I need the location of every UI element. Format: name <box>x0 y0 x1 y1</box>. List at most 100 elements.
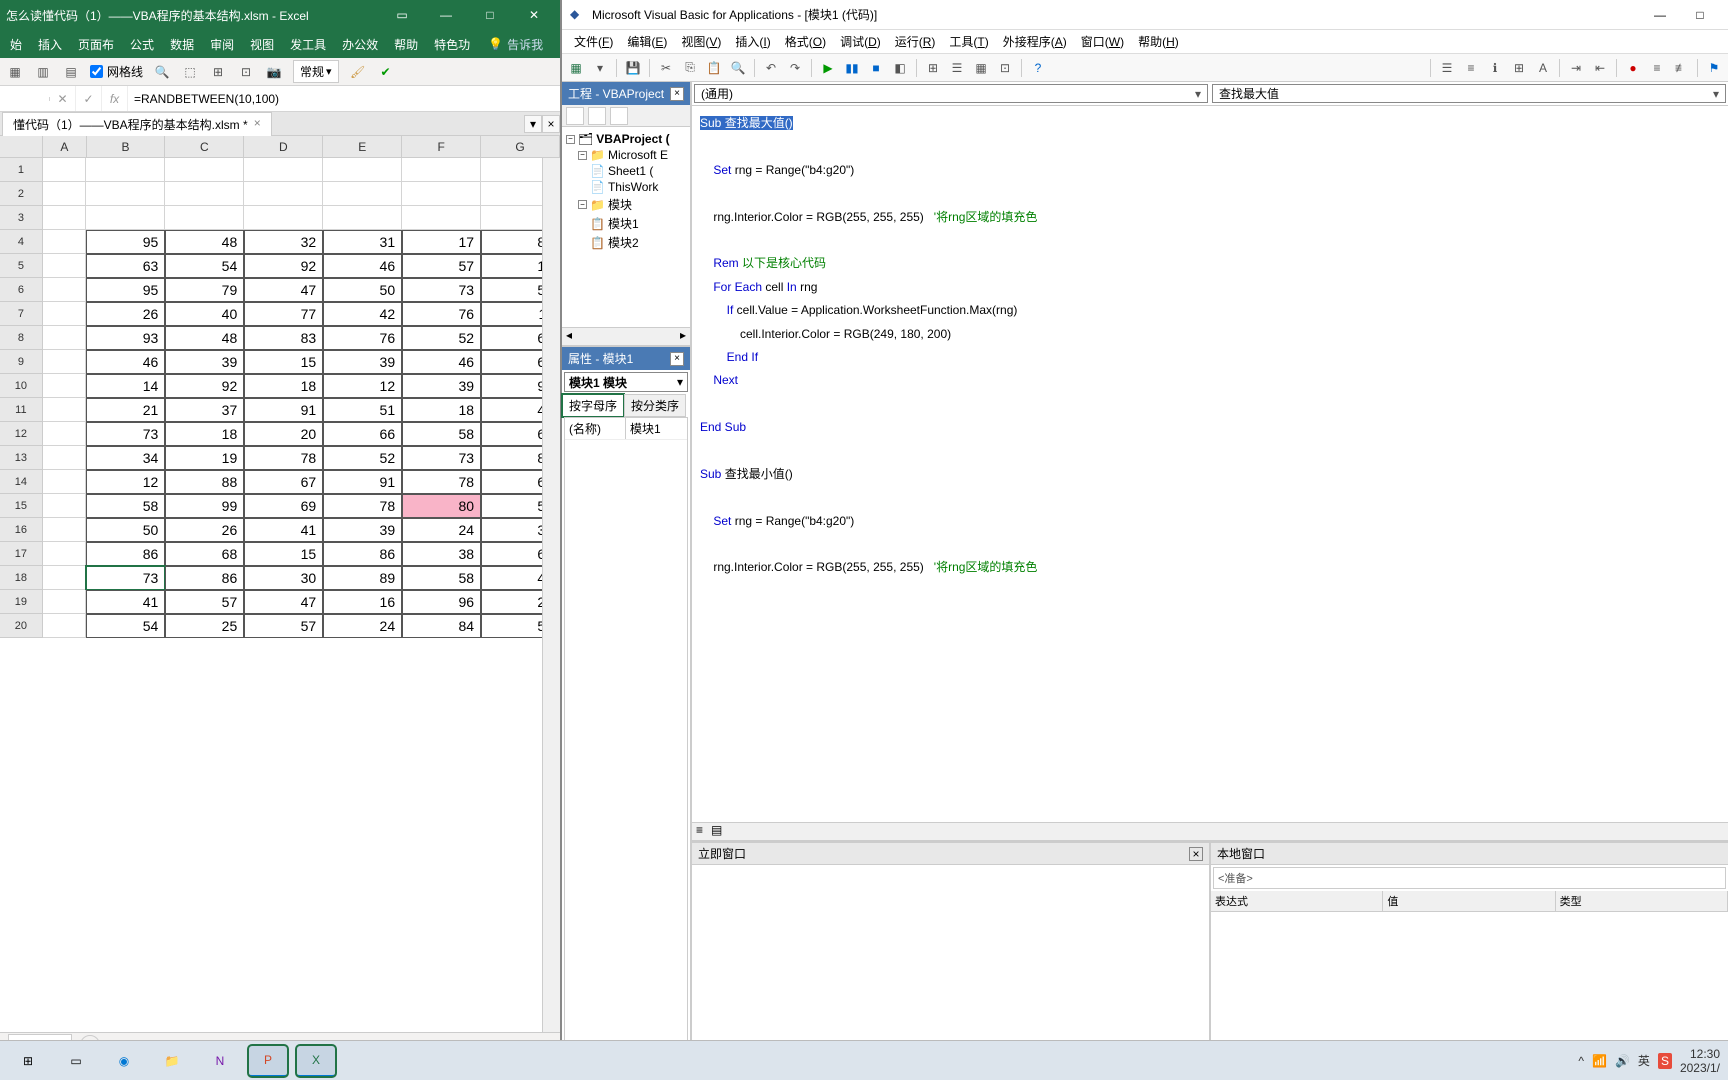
breakpoint-icon[interactable]: ● <box>1623 58 1643 78</box>
redo-icon[interactable]: ↷ <box>785 58 805 78</box>
run-icon[interactable]: ▶ <box>818 58 838 78</box>
ime-indicator[interactable]: 英 <box>1638 1052 1650 1069</box>
menu-视图[interactable]: 视图(V) <box>675 31 727 52</box>
param-info-icon[interactable]: ⊞ <box>1509 58 1529 78</box>
tab-developer[interactable]: 发工具 <box>284 32 332 57</box>
design-icon[interactable]: ◧ <box>890 58 910 78</box>
scroll-left[interactable]: ◂ <box>566 328 572 345</box>
indent-icon[interactable]: ⇥ <box>1566 58 1586 78</box>
menu-调试[interactable]: 调试(D) <box>834 31 887 52</box>
object-dropdown[interactable]: (通用)▾ <box>694 84 1208 103</box>
copy-icon[interactable]: ⎘ <box>680 58 700 78</box>
properties-grid[interactable]: (名称) 模块1 <box>564 417 688 1080</box>
worksheet-grid[interactable]: A B C D E F G 12349548323117895635492465… <box>0 136 560 1032</box>
pagebreak-icon[interactable]: ▥ <box>34 63 52 81</box>
menu-编辑[interactable]: 编辑(E) <box>621 31 673 52</box>
fullmodule-icon[interactable]: ≡ <box>692 823 707 840</box>
gridlines-checkbox[interactable] <box>90 65 103 78</box>
insert-icon[interactable]: ▾ <box>590 58 610 78</box>
close-icon[interactable]: × <box>670 352 684 366</box>
tab-categorized[interactable]: 按分类序 <box>624 394 686 417</box>
cut-icon[interactable]: ✂ <box>656 58 676 78</box>
excel-icon[interactable]: X <box>296 1045 336 1077</box>
maximize-icon[interactable]: □ <box>1680 0 1720 30</box>
tab-alphabetic[interactable]: 按字母序 <box>562 394 624 417</box>
comment-icon[interactable]: ≡ <box>1647 58 1667 78</box>
tab-help[interactable]: 帮助 <box>388 32 424 57</box>
maximize-icon[interactable]: □ <box>470 0 510 30</box>
col-header-F[interactable]: F <box>402 136 481 157</box>
col-header-E[interactable]: E <box>323 136 402 157</box>
wifi-icon[interactable]: 📶 <box>1592 1054 1607 1068</box>
close-icon[interactable]: × <box>1189 847 1203 861</box>
list-constants-icon[interactable]: ≡ <box>1461 58 1481 78</box>
explorer-icon[interactable]: 📁 <box>152 1045 192 1077</box>
vscrollbar[interactable] <box>542 158 560 1032</box>
paint-icon[interactable]: 🖌 <box>349 63 367 81</box>
col-header-C[interactable]: C <box>165 136 244 157</box>
tellme[interactable]: 💡 告诉我 <box>488 36 543 53</box>
tab-layout[interactable]: 页面布 <box>72 32 120 57</box>
close-icon[interactable]: ✕ <box>514 0 554 30</box>
ribbon-options-icon[interactable]: ▭ <box>382 0 422 30</box>
prop-name-value[interactable]: 模块1 <box>626 418 687 439</box>
view-object-icon[interactable] <box>588 107 606 125</box>
project-tree[interactable]: −🗂 VBAProject ( −📁 Microsoft E 📄 Sheet1 … <box>562 127 690 327</box>
bookmark-icon[interactable]: ⚑ <box>1704 58 1724 78</box>
menu-格式[interactable]: 格式(O) <box>779 31 832 52</box>
list-properties-icon[interactable]: ☰ <box>1437 58 1457 78</box>
properties-icon[interactable]: ☰ <box>947 58 967 78</box>
workbook-tab[interactable]: 懂代码（1）——VBA程序的基本结构.xlsm * × <box>2 112 272 136</box>
scroll-right[interactable]: ▸ <box>680 328 686 345</box>
find-icon[interactable]: 🔍 <box>728 58 748 78</box>
normal-view-icon[interactable]: ▦ <box>6 63 24 81</box>
volume-icon[interactable]: 🔊 <box>1615 1054 1630 1068</box>
cancel-icon[interactable]: ✕ <box>50 86 76 111</box>
tray-expand-icon[interactable]: ^ <box>1578 1054 1584 1068</box>
menu-工具[interactable]: 工具(T) <box>943 31 994 52</box>
menu-文件[interactable]: 文件(F) <box>568 31 619 52</box>
start-button[interactable]: ⊞ <box>8 1045 48 1077</box>
clock-date[interactable]: 2023/1/ <box>1680 1061 1720 1075</box>
task-view-icon[interactable]: ▭ <box>56 1045 96 1077</box>
complete-word-icon[interactable]: A <box>1533 58 1553 78</box>
save-icon[interactable]: 💾 <box>623 58 643 78</box>
minimize-icon[interactable]: — <box>1640 0 1680 30</box>
gridlines-toggle[interactable]: 网格线 <box>90 63 143 80</box>
formula-input[interactable]: =RANDBETWEEN(10,100) <box>128 90 560 108</box>
view-code-icon[interactable] <box>566 107 584 125</box>
col-header-G[interactable]: G <box>481 136 560 157</box>
menu-插入[interactable]: 插入(I) <box>729 31 776 52</box>
camera-icon[interactable]: 📷 <box>265 63 283 81</box>
outdent-icon[interactable]: ⇤ <box>1590 58 1610 78</box>
col-header-B[interactable]: B <box>87 136 166 157</box>
close-icon[interactable]: × <box>254 116 261 133</box>
help-icon[interactable]: ? <box>1028 58 1048 78</box>
menu-运行[interactable]: 运行(R) <box>889 31 942 52</box>
macro-drop[interactable]: 常规 ▾ <box>293 60 339 83</box>
break-icon[interactable]: ▮▮ <box>842 58 862 78</box>
procedure-view-icon[interactable]: ▤ <box>707 823 726 840</box>
quick-info-icon[interactable]: ℹ <box>1485 58 1505 78</box>
menu-窗口[interactable]: 窗口(W) <box>1075 31 1130 52</box>
procedure-dropdown[interactable]: 查找最大值▾ <box>1212 84 1726 103</box>
toggle-folders-icon[interactable] <box>610 107 628 125</box>
col-header-A[interactable]: A <box>43 136 86 157</box>
close-icon[interactable]: × <box>542 115 560 133</box>
menu-帮助[interactable]: 帮助(H) <box>1132 31 1185 52</box>
system-tray[interactable]: ^ 📶 🔊 英 S 12:30 2023/1/ <box>1578 1047 1720 1075</box>
stop-icon[interactable]: ■ <box>866 58 886 78</box>
magnifier-icon[interactable]: 🔍 <box>153 63 171 81</box>
object-browser-icon[interactable]: ▦ <box>971 58 991 78</box>
zoom-100-icon[interactable]: ⬚ <box>181 63 199 81</box>
accept-icon[interactable]: ✓ <box>76 86 102 111</box>
project-icon[interactable]: ⊞ <box>923 58 943 78</box>
tab-home[interactable]: 始 <box>4 32 28 57</box>
locals-col-expression[interactable]: 表达式 <box>1211 891 1383 911</box>
paste-icon[interactable]: 📋 <box>704 58 724 78</box>
uncomment-icon[interactable]: ≢ <box>1671 58 1691 78</box>
powerpoint-icon[interactable]: P <box>248 1045 288 1077</box>
clock-time[interactable]: 12:30 <box>1680 1047 1720 1061</box>
new-window-icon[interactable]: ⊞ <box>209 63 227 81</box>
tab-review[interactable]: 审阅 <box>204 32 240 57</box>
